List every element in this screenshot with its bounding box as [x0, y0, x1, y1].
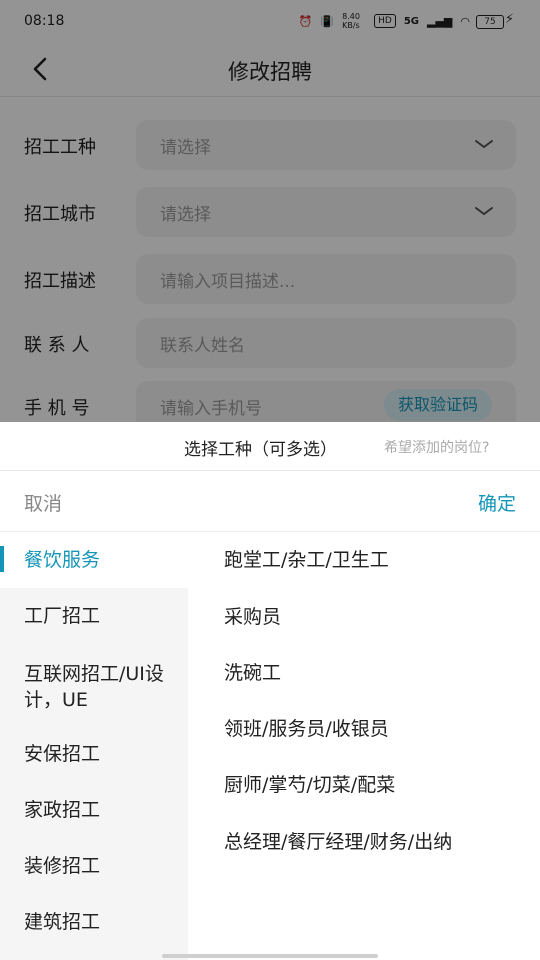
- job-type-sheet: 选择工种（可多选） 希望添加的岗位? 取消 确定 餐饮服务 工厂招工 互联网招工…: [0, 422, 540, 960]
- category-item[interactable]: 装修招工: [0, 840, 188, 896]
- sheet-header: 选择工种（可多选） 希望添加的岗位?: [0, 422, 540, 471]
- category-label: 装修招工: [24, 855, 101, 877]
- category-item[interactable]: 家政招工: [0, 784, 188, 840]
- category-item[interactable]: 餐饮服务: [0, 532, 188, 588]
- sheet-actions: 取消 确定: [0, 471, 540, 532]
- category-label: 工厂招工: [24, 605, 101, 627]
- category-label: 安保招工: [24, 743, 101, 765]
- category-item[interactable]: 建筑招工: [0, 896, 188, 952]
- category-label: 餐饮服务: [24, 549, 101, 571]
- category-item[interactable]: 工厂招工: [0, 588, 188, 644]
- category-item[interactable]: 安保招工: [0, 728, 188, 784]
- job-option[interactable]: 领班/服务员/收银员: [224, 716, 504, 742]
- job-option[interactable]: 厨师/掌芍/切菜/配菜: [224, 772, 504, 798]
- job-option[interactable]: 洗碗工: [224, 660, 504, 686]
- dim-overlay[interactable]: [0, 0, 540, 422]
- cancel-button[interactable]: 取消: [24, 489, 62, 516]
- category-list: 餐饮服务 工厂招工 互联网招工/UI设计，UE 安保招工 家政招工 装修招工 建…: [0, 532, 188, 960]
- job-list: 跑堂工/杂工/卫生工 采购员 洗碗工 领班/服务员/收银员 厨师/掌芍/切菜/配…: [188, 532, 540, 960]
- active-indicator: [0, 546, 4, 572]
- category-label: 家政招工: [24, 799, 101, 821]
- add-position-link[interactable]: 希望添加的岗位?: [384, 437, 489, 457]
- confirm-button[interactable]: 确定: [478, 489, 516, 516]
- job-option[interactable]: 采购员: [224, 604, 504, 630]
- category-label: 建筑招工: [24, 911, 101, 933]
- job-option[interactable]: 总经理/餐厅经理/财务/出纳: [224, 829, 494, 855]
- home-indicator[interactable]: [162, 954, 378, 958]
- category-label: 互联网招工/UI设计，UE: [24, 663, 164, 711]
- sheet-title: 选择工种（可多选）: [184, 440, 337, 460]
- job-option[interactable]: 跑堂工/杂工/卫生工: [224, 547, 504, 573]
- category-item[interactable]: 互联网招工/UI设计，UE: [0, 644, 188, 728]
- page: 08:18 ⏰ 📳 8.40 KB/s HD 5G ▂▄▆ ◠ 75 ⚡ 修改招…: [0, 0, 540, 960]
